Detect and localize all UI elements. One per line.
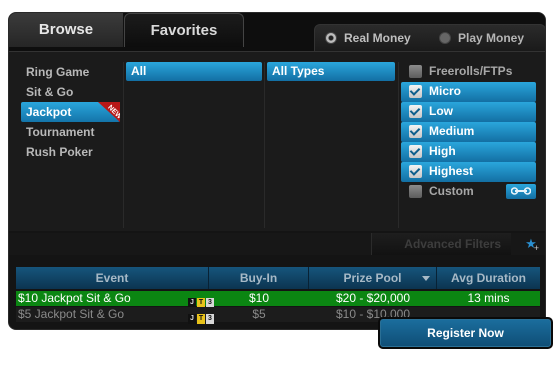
stake-micro-label: Micro <box>429 84 462 98</box>
wrench-icon <box>511 187 531 195</box>
advanced-filters-strip: Advanced Filters ★ + <box>9 233 545 255</box>
checkbox-unchecked-icon <box>409 65 422 78</box>
type-filter-all-types[interactable]: All Types <box>267 62 395 81</box>
play-money-label: Play Money <box>458 31 525 45</box>
column-header-event[interactable]: Event <box>16 267 209 289</box>
column-divider <box>264 62 265 228</box>
checkbox-unchecked-icon <box>409 185 422 198</box>
radio-unselected-icon <box>439 32 451 44</box>
column-divider <box>123 62 124 228</box>
custom-label: Custom <box>429 184 474 198</box>
freerolls-label: Freerolls/FTPs <box>429 64 513 78</box>
turbo-type-icon: T <box>197 314 205 324</box>
checkbox-checked-icon <box>409 105 422 118</box>
column-header-buyin[interactable]: Buy-In <box>209 267 309 289</box>
real-money-label: Real Money <box>344 31 411 45</box>
game-type-ring-game[interactable]: Ring Game <box>21 62 120 82</box>
real-money-radio[interactable]: Real Money <box>325 25 411 51</box>
column-header-avg-duration[interactable]: Avg Duration <box>437 267 540 289</box>
prize-pool-header-label: Prize Pool <box>343 271 402 285</box>
game-type-jackpot-label: Jackpot <box>26 105 72 119</box>
lobby-tab-bar: Browse Favorites Real Money Play Money <box>9 13 545 52</box>
stake-highest[interactable]: Highest <box>401 162 536 182</box>
jackpot-type-icon: J <box>188 314 196 324</box>
stake-medium[interactable]: Medium <box>401 122 536 142</box>
table-header: Event Buy-In Prize Pool Avg Duration <box>16 267 540 289</box>
advanced-filters-tab[interactable]: Advanced Filters <box>371 233 511 255</box>
sort-desc-icon <box>422 276 430 281</box>
stakes-column: Freerolls/FTPs Micro Low Medium High Hig… <box>401 62 536 228</box>
stake-medium-label: Medium <box>429 124 475 138</box>
play-money-radio[interactable]: Play Money <box>439 25 524 51</box>
checkbox-checked-icon <box>409 125 422 138</box>
lobby-window: Browse Favorites Real Money Play Money R… <box>8 12 546 330</box>
game-type-sit-and-go[interactable]: Sit & Go <box>21 82 120 102</box>
column-divider <box>398 62 399 228</box>
stake-high[interactable]: High <box>401 142 536 162</box>
tab-browse[interactable]: Browse <box>9 13 124 47</box>
cell-buyin: $5 <box>252 307 266 321</box>
type-filter-column: All Types <box>267 62 395 228</box>
checkbox-checked-icon <box>409 165 422 178</box>
stake-micro[interactable]: Micro <box>401 82 536 102</box>
game-type-jackpot[interactable]: Jackpot NEW <box>21 102 120 122</box>
plus-icon: + <box>533 243 539 253</box>
filter-panel: Ring Game Sit & Go Jackpot NEW Tournamen… <box>9 51 545 231</box>
table-row[interactable]: $10 Jackpot Sit & Go JT3 $10 $20 - $20,0… <box>16 291 540 308</box>
game-filter-all[interactable]: All <box>126 62 262 81</box>
game-type-tournament[interactable]: Tournament <box>21 122 120 142</box>
stake-low-label: Low <box>429 104 453 118</box>
cell-event: $10 Jackpot Sit & Go <box>18 291 131 305</box>
game-filter-column: All <box>126 62 262 228</box>
custom-checkbox-row[interactable]: Custom <box>401 182 536 202</box>
freerolls-checkbox-row[interactable]: Freerolls/FTPs <box>401 62 536 82</box>
checkbox-checked-icon <box>409 145 422 158</box>
game-type-rush-poker[interactable]: Rush Poker <box>21 142 120 162</box>
cell-avg-duration: 13 mins <box>467 291 510 305</box>
cell-buyin: $10 <box>248 291 270 305</box>
register-now-button[interactable]: Register Now <box>378 317 553 349</box>
stake-highest-label: Highest <box>429 164 474 178</box>
new-badge: NEW <box>98 102 120 122</box>
stake-high-label: High <box>429 144 456 158</box>
checkbox-checked-icon <box>409 85 422 98</box>
stake-low[interactable]: Low <box>401 102 536 122</box>
custom-settings-button[interactable] <box>506 184 536 199</box>
money-mode-toggle: Real Money Play Money <box>314 24 545 52</box>
cell-prize-pool: $20 - $20,000 <box>335 291 411 305</box>
favorite-add-button[interactable]: ★ + <box>517 233 545 255</box>
tab-favorites[interactable]: Favorites <box>124 13 244 47</box>
game-type-list: Ring Game Sit & Go Jackpot NEW Tournamen… <box>21 62 120 228</box>
column-header-prize-pool[interactable]: Prize Pool <box>309 267 437 289</box>
cell-event: $5 Jackpot Sit & Go <box>18 307 125 321</box>
radio-selected-icon <box>325 32 337 44</box>
